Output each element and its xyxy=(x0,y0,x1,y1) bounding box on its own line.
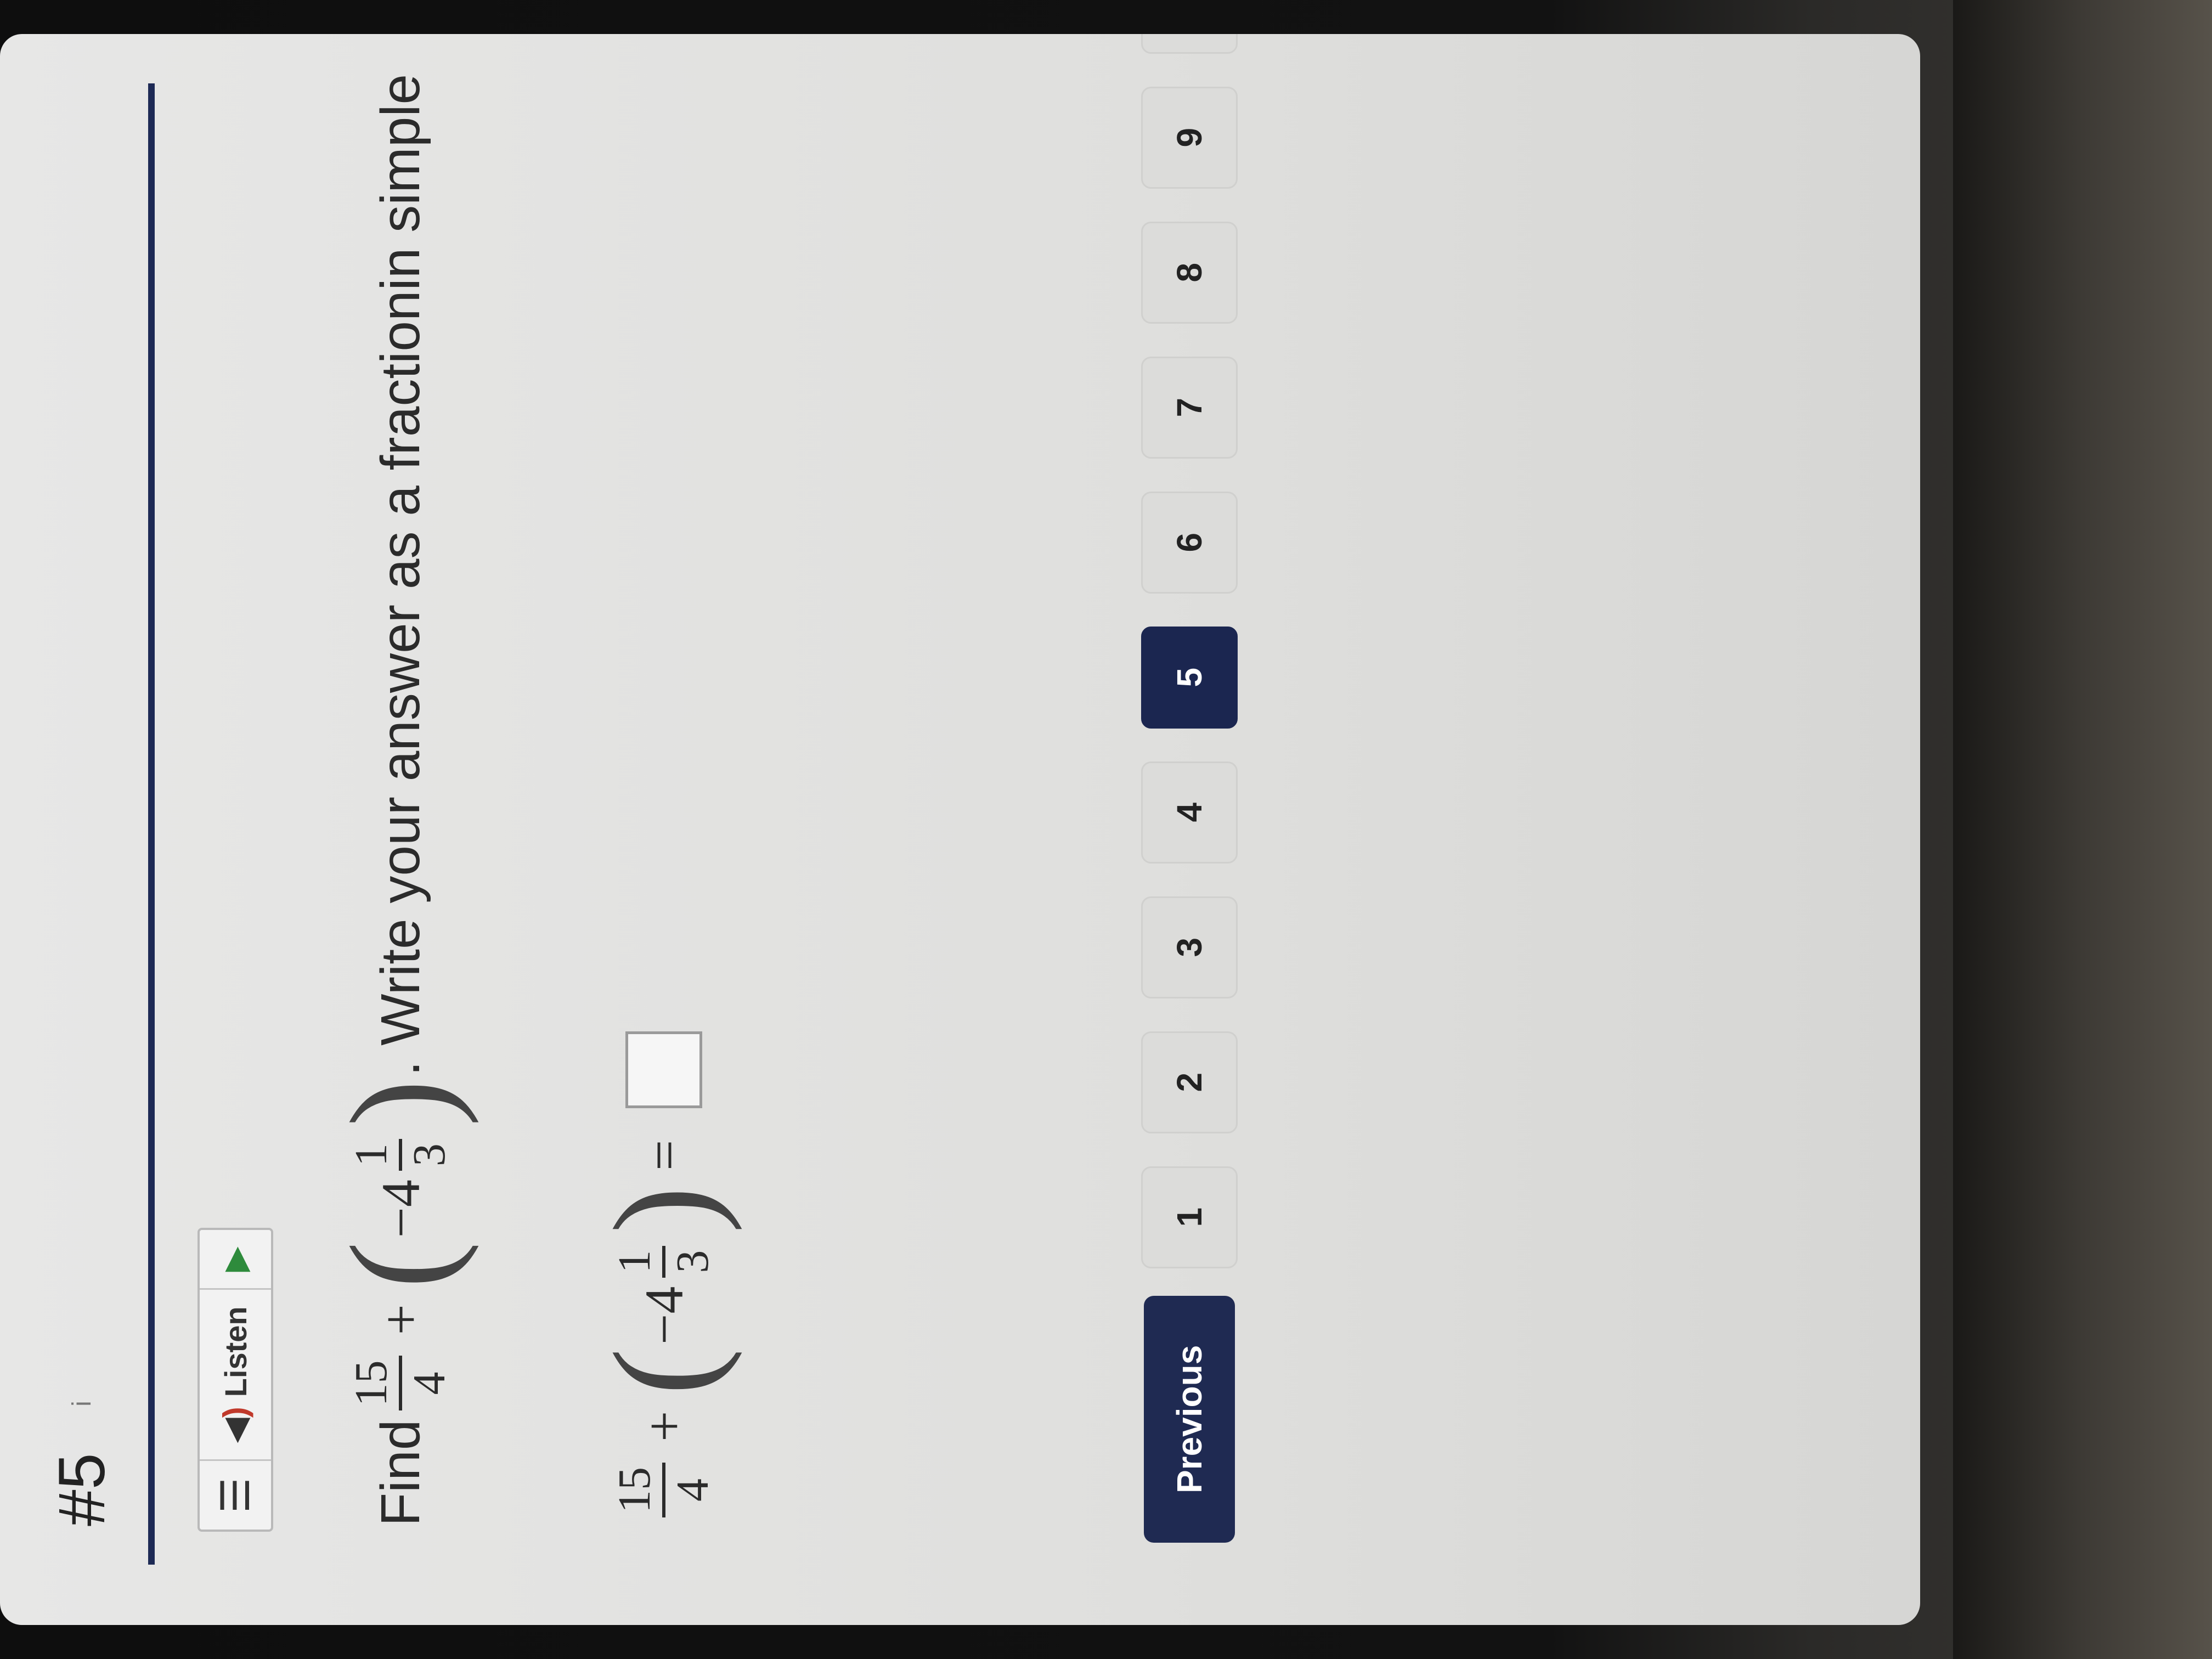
prompt-find: Find xyxy=(369,1419,431,1526)
listen-button[interactable]: ◀) Listen xyxy=(200,1288,271,1460)
equation-fraction: 15 4 xyxy=(609,1463,718,1517)
play-button[interactable]: ▶ xyxy=(200,1230,271,1288)
page-button-6[interactable]: 6 xyxy=(1141,491,1238,594)
equation-mixed-denominator: 3 xyxy=(667,1250,718,1273)
page-button-4[interactable]: 4 xyxy=(1141,761,1238,864)
answer-input[interactable] xyxy=(625,1031,702,1108)
prompt-plus: + xyxy=(370,1304,431,1335)
header-divider xyxy=(148,83,155,1565)
menu-icon: ☰ xyxy=(214,1477,258,1513)
equation-open-paren: ( xyxy=(585,1348,743,1396)
equation-mixed-numerator: 1 xyxy=(609,1245,665,1278)
page-button-1[interactable]: 1 xyxy=(1141,1166,1238,1268)
prompt-fraction-numerator: 15 xyxy=(346,1356,402,1411)
prompt-whole: −4 xyxy=(370,1180,431,1238)
menu-button[interactable]: ☰ xyxy=(200,1459,271,1530)
page-button-5[interactable]: 5 xyxy=(1141,626,1238,729)
info-icon[interactable]: i xyxy=(65,1387,98,1420)
page-button-10[interactable]: 10 xyxy=(1141,34,1238,54)
tablet-screen: #5 i ☰ ◀) Listen ▶ Find 15 4 + ( −4 1 3 … xyxy=(0,34,1920,1625)
page-button-7[interactable]: 7 xyxy=(1141,356,1238,459)
prompt-instructions: . Write your answer as a fractionin simp… xyxy=(369,74,431,1076)
equation-fraction-denominator: 4 xyxy=(667,1479,718,1502)
page-button-2[interactable]: 2 xyxy=(1141,1031,1238,1133)
listen-label: Listen xyxy=(218,1306,253,1397)
play-icon: ▶ xyxy=(217,1246,253,1272)
equation-plus: + xyxy=(633,1410,695,1442)
equation-equals: = xyxy=(633,1139,695,1171)
question-prompt: Find 15 4 + ( −4 1 3 ) . Write your answ… xyxy=(321,74,479,1526)
prompt-mixed-numerator: 1 xyxy=(346,1139,402,1171)
prompt-fraction-denominator: 4 xyxy=(404,1372,455,1395)
prompt-mixed-denominator: 3 xyxy=(404,1143,455,1167)
equation-mixed-fraction: 1 3 xyxy=(609,1245,718,1278)
question-header: #5 i xyxy=(44,1387,120,1526)
speaker-icon: ◀) xyxy=(217,1407,253,1443)
page-button-8[interactable]: 8 xyxy=(1141,221,1238,324)
equation-close-paren: ) xyxy=(585,1186,743,1234)
page-buttons: 1 2 3 4 5 6 7 8 9 10 xyxy=(1141,34,1238,1268)
question-number: #5 xyxy=(45,1453,119,1526)
answer-equation: 15 4 + ( −4 1 3 ) = xyxy=(585,1031,743,1526)
desk-background xyxy=(1953,0,2212,1659)
page-button-3[interactable]: 3 xyxy=(1141,896,1238,998)
prompt-open-paren: ( xyxy=(321,1241,479,1289)
listen-toolbar: ☰ ◀) Listen ▶ xyxy=(198,1228,273,1532)
page-button-9[interactable]: 9 xyxy=(1141,86,1238,189)
equation-whole: −4 xyxy=(633,1286,695,1345)
equation-fraction-numerator: 15 xyxy=(609,1463,665,1517)
question-navigation: Previous 1 2 3 4 5 6 7 8 9 10 xyxy=(1141,34,1238,1543)
prompt-mixed-fraction: 1 3 xyxy=(346,1139,455,1171)
prompt-close-paren: ) xyxy=(321,1079,479,1127)
prompt-fraction: 15 4 xyxy=(346,1356,455,1411)
previous-button[interactable]: Previous xyxy=(1144,1295,1235,1543)
